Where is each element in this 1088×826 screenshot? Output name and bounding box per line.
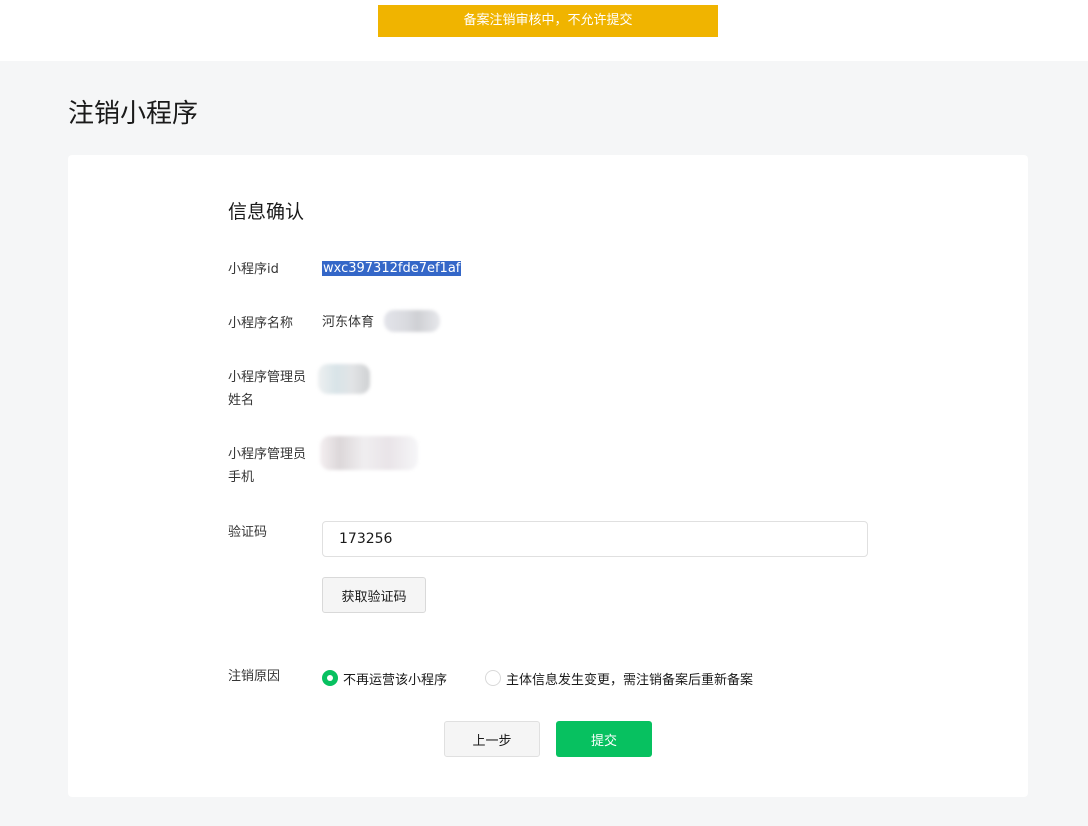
reason-label: 注销原因 xyxy=(228,669,281,684)
review-warning-banner: 备案注销审核中，不允许提交 xyxy=(378,5,718,37)
radio-checked-icon[interactable] xyxy=(322,670,338,686)
prev-step-button[interactable]: 上一步 xyxy=(444,721,540,757)
admin-name-label: 小程序管理员姓名 xyxy=(228,370,307,408)
admin-phone-label: 小程序管理员手机 xyxy=(228,447,307,485)
appid-label: 小程序id xyxy=(228,262,279,277)
page-title: 注销小程序 xyxy=(68,99,199,129)
submit-button[interactable]: 提交 xyxy=(556,721,652,757)
reason-option-entity-change[interactable]: 主体信息发生变更，需注销备案后重新备案 xyxy=(485,668,753,688)
get-code-button[interactable]: 获取验证码 xyxy=(322,577,426,613)
reason-option-label: 不再运营该小程序 xyxy=(343,672,448,688)
appid-selected-text[interactable]: wxc397312fde7ef1af xyxy=(322,261,462,276)
verify-code-input[interactable] xyxy=(322,521,868,557)
radio-unchecked-icon[interactable] xyxy=(485,670,501,686)
reason-option-label: 主体信息发生变更，需注销备案后重新备案 xyxy=(506,672,754,688)
redacted-admin-name-blur xyxy=(318,364,370,394)
redacted-admin-phone-blur xyxy=(320,436,418,470)
app-name-value: 河东体育 xyxy=(322,315,375,330)
appid-value[interactable]: wxc397312fde7ef1af xyxy=(322,259,462,279)
verify-code-label: 验证码 xyxy=(228,525,268,540)
form-card xyxy=(68,155,1028,797)
section-title: 信息确认 xyxy=(228,201,305,223)
app-name-label: 小程序名称 xyxy=(228,316,294,331)
redacted-name-blur xyxy=(384,310,440,332)
reason-option-stop-operating[interactable]: 不再运营该小程序 xyxy=(322,668,447,688)
